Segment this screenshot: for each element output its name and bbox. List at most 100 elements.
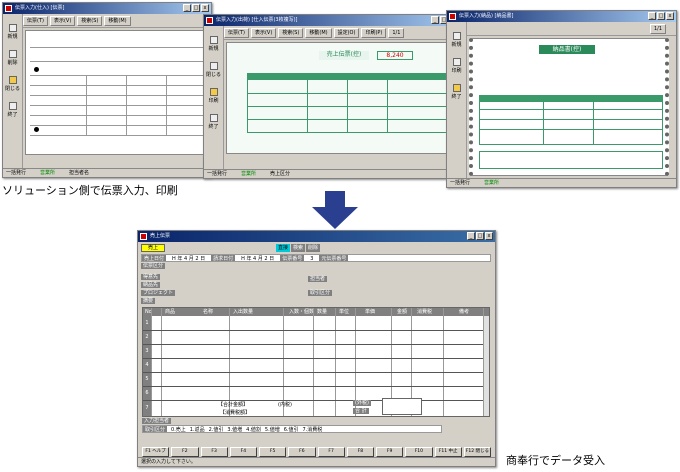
- tab-delete[interactable]: 削除: [306, 244, 321, 252]
- tax-amount-label: 【消費税額】: [220, 410, 251, 416]
- billing-date-field[interactable]: H 年 4 月 2 日: [241, 255, 274, 262]
- toolbar-button[interactable]: 伝票(T): [224, 27, 249, 38]
- f5-button[interactable]: F5: [259, 447, 287, 457]
- exit-icon: [8, 102, 17, 110]
- line-items-table[interactable]: No 商品 名称 入出数量 入数・個数 数量 単位 単価 金額 消費税 備考 1…: [142, 307, 490, 417]
- sidebar-item-print[interactable]: 印刷: [447, 58, 466, 74]
- sales-date-field[interactable]: H 年 4 月 2 日: [172, 255, 205, 262]
- title-bar: 伝票入力(納品) [納品書] _ □ x: [447, 11, 676, 22]
- status-text: 選択の入力して下さい。: [141, 459, 196, 465]
- column-header: 備考: [459, 309, 470, 315]
- trade-option[interactable]: 7.消費税: [302, 426, 322, 433]
- sidebar-item-close[interactable]: 閉じる: [3, 76, 22, 92]
- title-bar: 売上伝票 _ □ x: [138, 231, 495, 242]
- form-title: 売上伝票(控): [319, 51, 369, 60]
- maximize-button[interactable]: □: [476, 232, 484, 240]
- sidebar-item-delete[interactable]: 削除: [3, 50, 22, 66]
- status-bar: 一括発行 営業所 担当者名: [3, 168, 211, 177]
- delivery-label: 納品先: [141, 282, 161, 288]
- minimize-button[interactable]: _: [648, 12, 656, 20]
- sidebar-label: 新規: [7, 34, 18, 40]
- memo-label: 摘要: [141, 298, 156, 304]
- toolbar-button[interactable]: 表示(V): [250, 27, 277, 38]
- grand-total-label: 合 計: [353, 408, 369, 414]
- page-indicator: 1/1: [649, 23, 666, 34]
- maximize-button[interactable]: □: [657, 12, 665, 20]
- function-key-bar: F1 ヘルプ F2 F3 F4 F5 F6 F7 F8 F9 F10 F11 中…: [142, 447, 491, 457]
- close-window-button[interactable]: F12 閉じる: [463, 447, 491, 457]
- close-button[interactable]: x: [201, 4, 209, 12]
- sidebar-item-exit[interactable]: 終了: [204, 114, 223, 130]
- trade-option[interactable]: 0.売上: [171, 426, 186, 433]
- trade-option[interactable]: 4.値割: [246, 426, 261, 433]
- toolbar-button[interactable]: 検索(S): [278, 27, 304, 38]
- f9-button[interactable]: F9: [376, 447, 404, 457]
- f4-button[interactable]: F4: [229, 447, 257, 457]
- f1-button[interactable]: F1 ヘルプ: [142, 447, 170, 457]
- top-caption: ソリューション側で伝票入力、印刷: [2, 184, 178, 197]
- sidebar-item-new[interactable]: 新規: [3, 24, 22, 40]
- column-header: 入数・個数: [289, 309, 315, 315]
- trade-option[interactable]: 6.値引: [284, 426, 299, 433]
- title-bar: 伝票入力(出荷) [仕入伝票(3枚複写)] _□x: [204, 15, 459, 26]
- cancel-button[interactable]: F11 中止: [434, 447, 462, 457]
- external-tax-label: (外税): [353, 400, 371, 406]
- f7-button[interactable]: F7: [317, 447, 345, 457]
- sidebar-item-exit[interactable]: 終了: [447, 84, 466, 100]
- sidebar-item-close[interactable]: 閉じる: [204, 62, 223, 78]
- toolbar-button[interactable]: 印刷(P): [361, 27, 387, 38]
- tab-search[interactable]: 検索: [291, 244, 306, 252]
- f8-button[interactable]: F8: [346, 447, 374, 457]
- toolbar-button[interactable]: 設定(O): [333, 27, 360, 38]
- sidebar-item-print[interactable]: 印刷: [204, 88, 223, 104]
- minimize-button[interactable]: _: [183, 4, 191, 12]
- close-icon: [209, 62, 218, 70]
- minimize-button[interactable]: _: [467, 232, 475, 240]
- scrollbar[interactable]: [483, 316, 489, 416]
- trade-option[interactable]: 3.値増: [227, 426, 242, 433]
- exit-icon: [452, 84, 461, 92]
- toolbar-button[interactable]: 表示(V): [49, 15, 76, 26]
- maximize-button[interactable]: □: [192, 4, 200, 12]
- down-arrow-icon: [312, 191, 358, 229]
- slip-number-field[interactable]: 3: [310, 255, 313, 262]
- invoice-entry-window-1: 伝票入力(仕入) [伝票] _ □ x 伝票(T) 表示(V) 検索(S) 移動(M…: [2, 2, 212, 178]
- f6-button[interactable]: F6: [288, 447, 316, 457]
- sidebar-item-exit[interactable]: 終了: [3, 102, 22, 118]
- window-title: 伝票入力(納品) [納品書]: [459, 13, 514, 19]
- minimize-button[interactable]: _: [431, 16, 439, 24]
- toolbar-button[interactable]: 移動(M): [104, 15, 131, 26]
- status-text: 一括発行: [6, 170, 27, 176]
- tab-direct[interactable]: 直接: [276, 244, 291, 252]
- sidebar: 新規 削除 閉じる 終了: [3, 14, 23, 177]
- sidebar-item-new[interactable]: 新規: [204, 36, 223, 52]
- window-title: 売上伝票: [150, 233, 171, 239]
- column-header: 消費税: [417, 309, 433, 315]
- f3-button[interactable]: F3: [200, 447, 228, 457]
- trade-option-label: 取引区分: [143, 426, 168, 433]
- toolbar-button[interactable]: 移動(M): [305, 27, 332, 38]
- column-header: 単位: [339, 309, 350, 315]
- trade-option[interactable]: 2.値引: [209, 426, 224, 433]
- row-number: 1: [143, 316, 151, 330]
- f2-button[interactable]: F2: [171, 447, 199, 457]
- sidebar-label: 閉じる: [205, 72, 221, 78]
- sidebar-item-new[interactable]: 新規: [447, 32, 466, 48]
- column-header: 入出数量: [233, 309, 254, 315]
- status-text: 一括発行: [450, 180, 471, 186]
- delivery-slip-window: 伝票入力(納品) [納品書] _ □ x 1/1 新規 印刷 終了 納品書(控) 一…: [446, 10, 677, 188]
- status-text: 担当者名: [69, 170, 90, 176]
- close-button[interactable]: x: [485, 232, 493, 240]
- column-header: 名称: [203, 309, 214, 315]
- toolbar-button[interactable]: 検索(S): [77, 15, 103, 26]
- status-text: 売上区分: [270, 171, 291, 177]
- f10-button[interactable]: F10: [405, 447, 433, 457]
- trade-option[interactable]: 1.返品: [190, 426, 205, 433]
- sidebar-label: 終了: [451, 94, 462, 100]
- grand-total-field: [382, 398, 422, 415]
- toolbar-button[interactable]: 伝票(T): [23, 15, 48, 26]
- print-icon: [452, 58, 461, 66]
- trade-option[interactable]: 5.値増: [265, 426, 280, 433]
- mode-select[interactable]: 売上: [141, 244, 166, 252]
- close-button[interactable]: x: [666, 12, 674, 20]
